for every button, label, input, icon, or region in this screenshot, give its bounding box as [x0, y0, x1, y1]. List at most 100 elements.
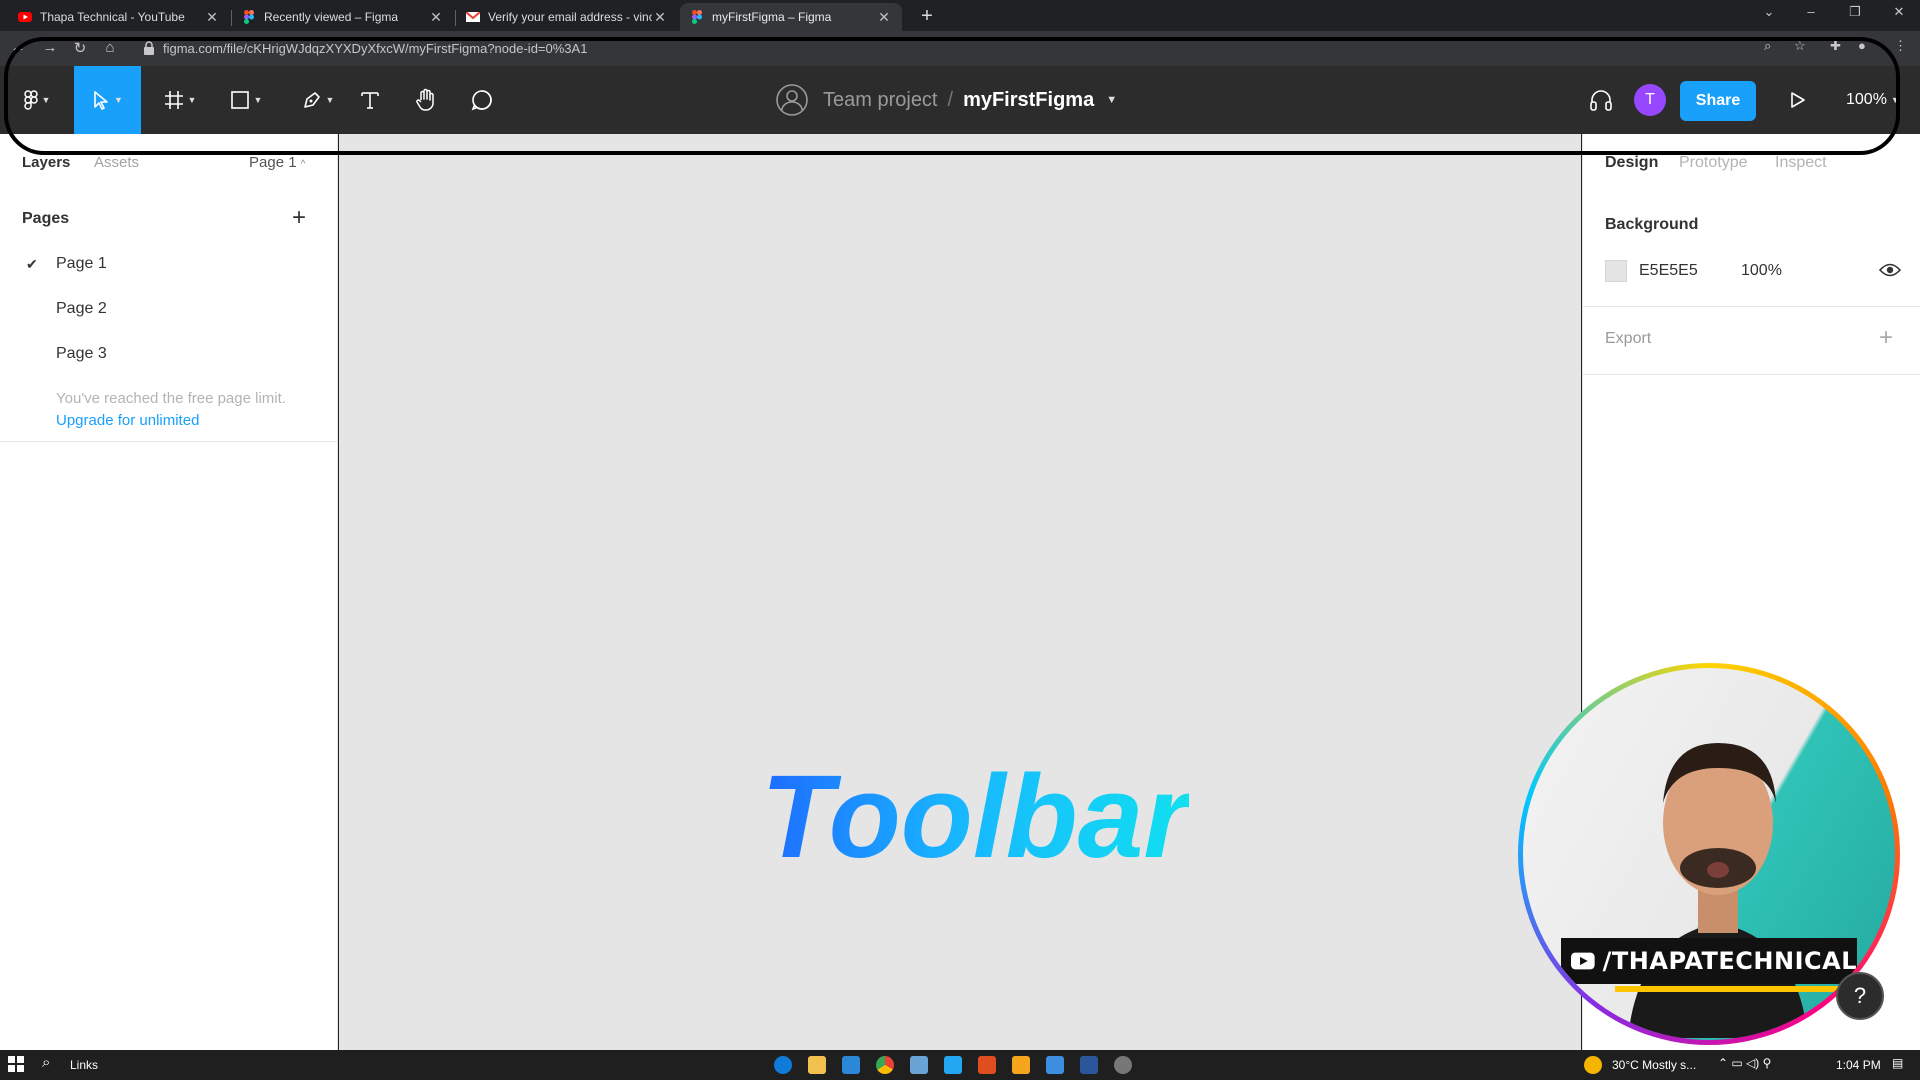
tab-design[interactable]: Design [1605, 154, 1658, 172]
file-explorer-icon[interactable] [808, 1056, 826, 1074]
comment-tool-button[interactable] [466, 66, 498, 134]
zoom-icon[interactable]: ⌕ [1764, 38, 1771, 54]
avatar[interactable]: T [1634, 84, 1666, 116]
pages-heading: Pages [22, 210, 70, 227]
move-tool-button[interactable]: ▼ [74, 66, 141, 134]
tab-layers[interactable]: Layers [22, 154, 70, 171]
text-tool-button[interactable] [354, 66, 386, 134]
current-page-selector[interactable]: Page 1 ^ [249, 154, 305, 171]
browser-tab-myfirstfigma[interactable]: myFirstFigma – Figma ✕ [680, 3, 902, 31]
minimize-icon[interactable]: – [1796, 4, 1826, 19]
home-icon[interactable]: ⌂ [100, 39, 120, 56]
chevron-down-icon: ▼ [1890, 95, 1900, 105]
lock-icon [144, 41, 154, 55]
background-hex-input[interactable]: E5E5E5 [1639, 262, 1698, 280]
channel-name: /THAPATECHNICAL [1602, 947, 1857, 975]
add-page-plus-icon[interactable]: + [292, 204, 306, 232]
close-icon[interactable]: ✕ [204, 9, 220, 26]
background-color-swatch[interactable] [1605, 260, 1627, 282]
close-icon[interactable]: ✕ [428, 9, 444, 26]
file-name[interactable]: myFirstFigma [963, 89, 1094, 112]
tray-icons[interactable]: ⌃ ▭ ◁) ⚲ [1718, 1056, 1771, 1070]
edge-icon[interactable] [774, 1056, 792, 1074]
reload-icon[interactable]: ↻ [70, 39, 90, 57]
page-item-1[interactable]: ✔ Page 1 [0, 242, 338, 286]
help-button[interactable]: ? [1836, 972, 1884, 1020]
pen-tool-button[interactable]: ▼ [290, 66, 346, 134]
canvas-heading-text: Toolbar [761, 751, 1190, 883]
address-bar[interactable]: figma.com/file/cKHrigWJdqzXYXDyXfxcW/myF… [133, 36, 1793, 61]
chrome-icon[interactable] [876, 1056, 894, 1074]
clock-app-icon[interactable] [1114, 1056, 1132, 1074]
chevron-down-icon: ▼ [187, 95, 197, 105]
share-button[interactable]: Share [1680, 81, 1756, 121]
divider [1583, 374, 1920, 375]
new-tab-button[interactable]: + [915, 5, 939, 28]
tab-inspect[interactable]: Inspect [1775, 154, 1827, 172]
comment-bubble-icon [471, 90, 492, 111]
hand-tool-button[interactable] [410, 66, 442, 134]
vscode-icon[interactable] [944, 1056, 962, 1074]
close-icon[interactable]: ✕ [652, 9, 668, 26]
background-opacity-input[interactable]: 100% [1741, 262, 1782, 280]
current-page-label: Page 1 [249, 154, 297, 171]
figma-logo-icon [23, 90, 38, 110]
back-icon[interactable]: ← [8, 39, 28, 56]
chevron-down-icon[interactable]: ▼ [1106, 94, 1117, 106]
browser-tab-youtube[interactable]: Thapa Technical - YouTube ✕ [8, 3, 230, 31]
divider [1583, 306, 1920, 307]
divider [0, 441, 338, 442]
notification-icon[interactable]: ▤ [1892, 1056, 1903, 1070]
windows-start-icon[interactable] [8, 1056, 24, 1075]
taskbar-search-label[interactable]: Links [70, 1058, 98, 1072]
design-canvas[interactable]: Toolbar [339, 134, 1581, 1050]
menu-icon[interactable]: ⋮ [1894, 38, 1907, 54]
close-icon[interactable]: ✕ [876, 9, 892, 26]
gmail-icon [466, 10, 480, 24]
main-menu-button[interactable]: ▼ [14, 66, 60, 134]
browser-tab-gmail[interactable]: Verify your email address - vinod ✕ [456, 3, 678, 31]
add-export-plus-icon[interactable]: + [1879, 324, 1893, 352]
page-item-3[interactable]: Page 3 [0, 332, 338, 376]
restore-icon[interactable]: ❐ [1840, 4, 1870, 20]
browser-tab-strip: Thapa Technical - YouTube ✕ Recently vie… [0, 0, 1920, 31]
notepad-icon[interactable] [1046, 1056, 1064, 1074]
profile-icon[interactable]: ● [1858, 38, 1866, 53]
team-name[interactable]: Team project [823, 89, 938, 112]
clock-time[interactable]: 1:04 PM [1836, 1058, 1881, 1072]
tab-prototype[interactable]: Prototype [1679, 154, 1747, 172]
mail-icon[interactable] [842, 1056, 860, 1074]
zoom-menu[interactable]: 100% ▼ [1846, 66, 1900, 134]
file-title-group: Team project / myFirstFigma ▼ [775, 66, 1117, 134]
tab-assets[interactable]: Assets [94, 154, 139, 171]
tab-title: Verify your email address - vinod [488, 10, 652, 24]
weather-text[interactable]: 30°C Mostly s... [1612, 1058, 1696, 1072]
tab-search-icon[interactable]: ⌄ [1754, 4, 1784, 20]
upgrade-link[interactable]: Upgrade for unlimited [56, 412, 199, 429]
search-icon[interactable]: ⌕ [42, 1054, 50, 1071]
eye-icon[interactable] [1879, 262, 1901, 278]
shape-tool-button[interactable]: ▼ [218, 66, 274, 134]
sublime-icon[interactable] [1012, 1056, 1030, 1074]
word-icon[interactable] [1080, 1056, 1098, 1074]
present-button[interactable] [1786, 66, 1810, 134]
chevron-down-icon: ▼ [253, 95, 263, 105]
page-item-2[interactable]: Page 2 [0, 287, 338, 331]
audio-headphones-button[interactable] [1584, 66, 1618, 134]
headphones-icon [1590, 90, 1612, 111]
store-icon[interactable] [910, 1056, 928, 1074]
tab-title: Thapa Technical - YouTube [40, 10, 185, 24]
browser-tab-recently-viewed[interactable]: Recently viewed – Figma ✕ [232, 3, 454, 31]
bookmark-star-icon[interactable]: ☆ [1794, 38, 1806, 54]
frame-tool-button[interactable]: ▼ [152, 66, 208, 134]
user-circle-icon [776, 84, 808, 116]
window-close-icon[interactable]: ✕ [1884, 4, 1914, 20]
weather-sun-icon [1584, 1056, 1602, 1074]
page-limit-note: You've reached the free page limit. [56, 390, 286, 407]
frame-hash-icon [164, 91, 183, 109]
chevron-up-icon: ^ [300, 159, 306, 170]
extensions-icon[interactable]: ✚ [1830, 38, 1841, 54]
forward-icon[interactable]: → [40, 39, 60, 56]
zoom-level: 100% [1846, 91, 1887, 108]
office-icon[interactable] [978, 1056, 996, 1074]
